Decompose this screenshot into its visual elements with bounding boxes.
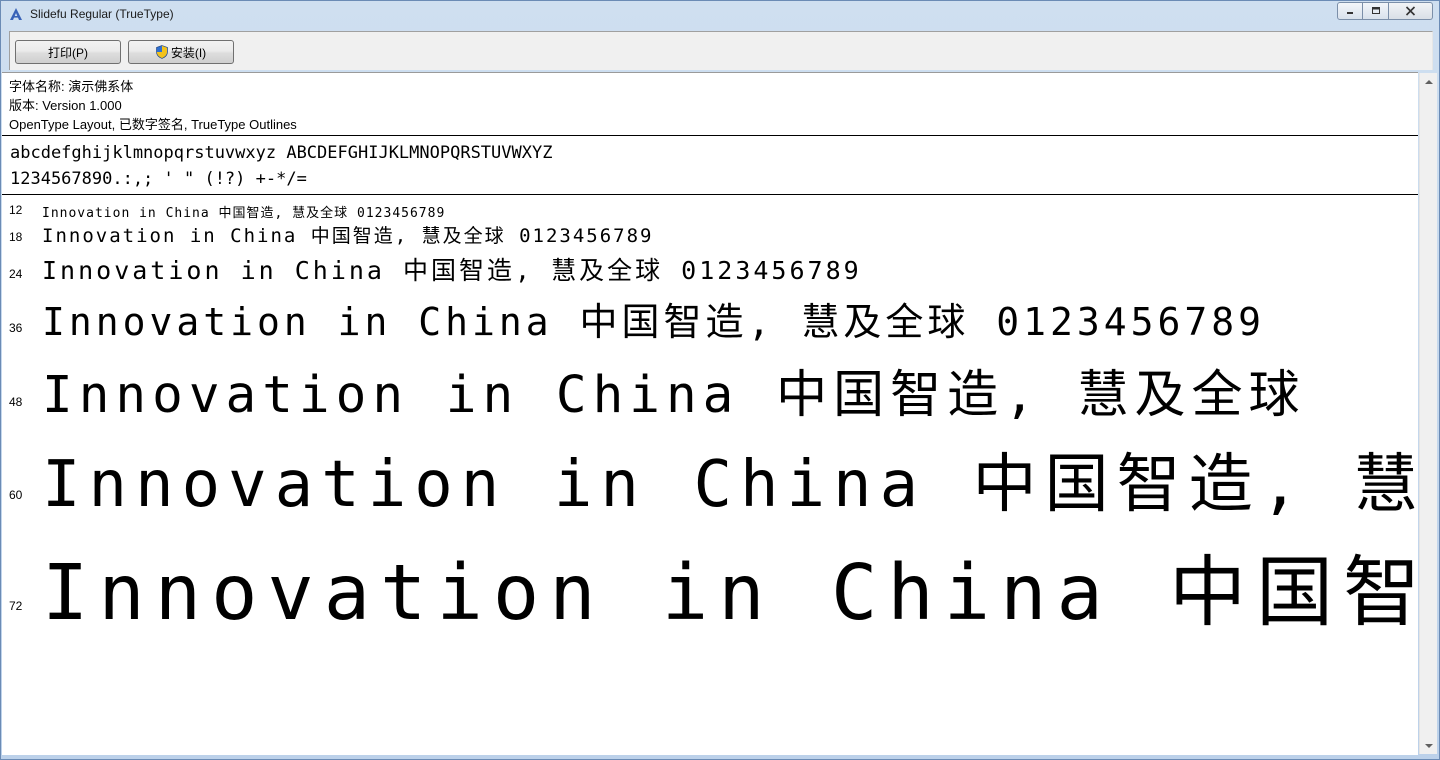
sample-row-18: 18 Innovation in China 中国智造, 慧及全球 012345… [2, 221, 1418, 249]
sample-row-48: 48 Innovation in China 中国智造, 慧及全球 [2, 353, 1418, 425]
size-label: 36 [9, 321, 23, 335]
close-icon [1405, 6, 1416, 16]
sample-text: Innovation in China 中国智造, 慧及全球 012345678… [42, 225, 654, 247]
size-label: 60 [9, 488, 23, 502]
window-title: Slidefu Regular (TrueType) [30, 7, 174, 21]
font-viewer-icon [10, 8, 22, 20]
install-button[interactable]: 安装(I) [128, 40, 234, 64]
close-button[interactable] [1389, 2, 1433, 20]
charset-symbols: 1234567890.:,; ' " (!?) +-*/= [10, 169, 307, 189]
size-label: 18 [9, 230, 23, 244]
chevron-up-icon [1424, 79, 1433, 84]
shield-icon [156, 45, 168, 59]
scroll-down-button[interactable] [1420, 737, 1437, 754]
caption-buttons [1337, 2, 1433, 20]
sample-row-36: 36 Innovation in China 中国智造, 慧及全球 012345… [2, 291, 1418, 345]
scroll-up-button[interactable] [1420, 73, 1437, 90]
divider [2, 135, 1418, 136]
sample-text: Innovation in China 中国智造, 慧 [42, 448, 1418, 522]
minimize-icon [1347, 12, 1353, 14]
charset-letters: abcdefghijklmnopqrstuvwxyz ABCDEFGHIJKLM… [10, 143, 553, 163]
install-button-label: 安装(I) [170, 45, 207, 60]
size-label: 72 [9, 599, 23, 613]
size-label: 24 [9, 267, 23, 281]
print-button-label: 打印(P) [48, 45, 88, 60]
font-name-line: 字体名称: 演示佛系体 [9, 79, 134, 94]
sample-row-72: 72 Innovation in China 中国智 [2, 531, 1418, 638]
sample-row-12: 12 Innovation in China 中国智造, 慧及全球 012345… [2, 201, 1418, 221]
font-details-line: OpenType Layout, 已数字签名, TrueType Outline… [9, 117, 297, 132]
sample-text: Innovation in China 中国智造, 慧及全球 [42, 366, 1306, 425]
maximize-icon [1371, 7, 1380, 14]
chevron-down-icon [1424, 743, 1433, 748]
sample-text: Innovation in China 中国智造, 慧及全球 012345678… [42, 256, 862, 285]
divider [2, 194, 1418, 195]
size-label: 48 [9, 395, 23, 409]
vertical-scrollbar[interactable] [1419, 73, 1437, 754]
size-label: 12 [9, 203, 23, 217]
sample-row-60: 60 Innovation in China 中国智造, 慧 [2, 433, 1418, 522]
sample-text: Innovation in China 中国智 [42, 549, 1418, 638]
toolbar: 打印(P) 安装(I) [9, 31, 1433, 70]
font-preview-area[interactable]: 字体名称: 演示佛系体 版本: Version 1.000 OpenType L… [2, 72, 1418, 755]
sample-row-24: 24 Innovation in China 中国智造, 慧及全球 012345… [2, 251, 1418, 287]
sample-text: Innovation in China 中国智造, 慧及全球 012345678… [42, 300, 1265, 344]
maximize-button[interactable] [1363, 2, 1389, 20]
version-line: 版本: Version 1.000 [9, 98, 122, 113]
title-bar[interactable]: Slidefu Regular (TrueType) [1, 1, 1439, 29]
print-button[interactable]: 打印(P) [15, 40, 121, 64]
sample-text: Innovation in China 中国智造, 慧及全球 012345678… [42, 206, 446, 221]
font-viewer-window: Slidefu Regular (TrueType) 打印(P) 安装(I) 字… [0, 0, 1440, 760]
minimize-button[interactable] [1337, 2, 1363, 20]
